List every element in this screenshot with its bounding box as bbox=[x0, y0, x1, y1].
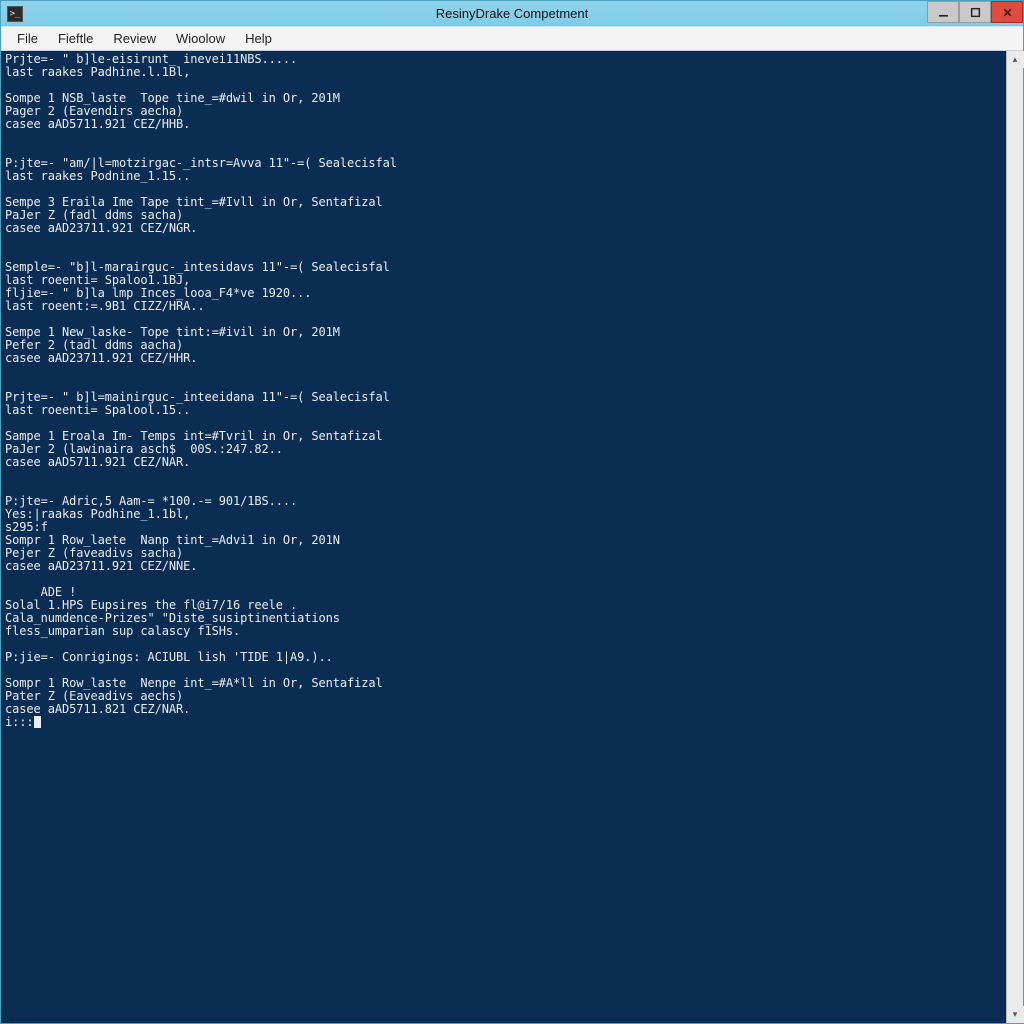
cursor bbox=[34, 716, 41, 728]
console-prompt[interactable]: i::: bbox=[5, 715, 34, 729]
close-icon bbox=[1002, 7, 1013, 18]
scroll-up-arrow[interactable]: ▴ bbox=[1007, 51, 1024, 68]
minimize-button[interactable] bbox=[927, 1, 959, 23]
menu-review[interactable]: Review bbox=[103, 29, 166, 48]
menu-help[interactable]: Help bbox=[235, 29, 282, 48]
vertical-scrollbar[interactable]: ▴ ▾ bbox=[1006, 51, 1023, 1023]
titlebar[interactable]: >_ ResinyDrake Competment bbox=[1, 1, 1023, 27]
console-output[interactable]: Prjte=- " b]le-eisirunt_ inevei11NBS....… bbox=[1, 51, 1006, 1023]
minimize-icon bbox=[938, 7, 949, 18]
console-area: Prjte=- " b]le-eisirunt_ inevei11NBS....… bbox=[1, 51, 1023, 1023]
app-icon: >_ bbox=[7, 6, 23, 22]
maximize-icon bbox=[970, 7, 981, 18]
menubar: File Fieftle Review Wioolow Help bbox=[1, 27, 1023, 51]
app-window: >_ ResinyDrake Competment File Fieftle R… bbox=[0, 0, 1024, 1024]
close-button[interactable] bbox=[991, 1, 1023, 23]
menu-file[interactable]: File bbox=[7, 29, 48, 48]
window-controls bbox=[927, 1, 1023, 23]
menu-wioolow[interactable]: Wioolow bbox=[166, 29, 235, 48]
scroll-down-arrow[interactable]: ▾ bbox=[1007, 1006, 1024, 1023]
maximize-button[interactable] bbox=[959, 1, 991, 23]
menu-fieftle[interactable]: Fieftle bbox=[48, 29, 103, 48]
window-title: ResinyDrake Competment bbox=[436, 6, 588, 21]
